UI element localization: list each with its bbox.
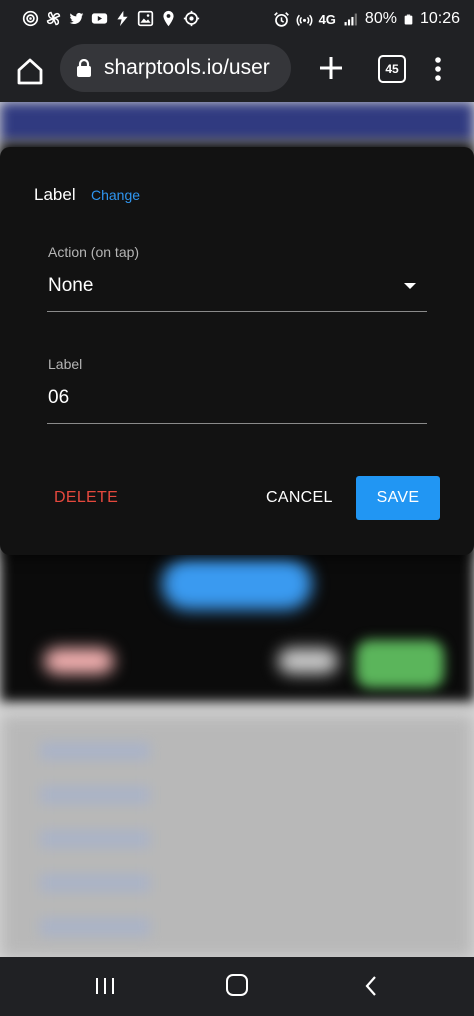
signal-icon bbox=[344, 13, 357, 25]
blurred-grey-button bbox=[278, 648, 338, 674]
status-bar: 4G 80% 10:26 bbox=[0, 0, 474, 40]
dialog-title: Label bbox=[34, 185, 76, 204]
blurred-list bbox=[40, 742, 150, 942]
home-nav-icon[interactable] bbox=[226, 974, 248, 996]
label-dialog: Label Change Action (on tap) None Label … bbox=[0, 147, 474, 555]
save-button-label: SAVE bbox=[376, 489, 420, 506]
system-status: 4G 80% 10:26 bbox=[273, 10, 460, 28]
alarm-icon bbox=[273, 11, 289, 27]
hotspot-icon bbox=[296, 14, 313, 26]
label-field-underline bbox=[47, 423, 427, 424]
recents-icon[interactable] bbox=[93, 976, 117, 996]
tab-count: 45 bbox=[385, 62, 399, 76]
notification-icons bbox=[22, 10, 200, 27]
bolt-icon bbox=[117, 10, 128, 27]
label-field-label: Label bbox=[48, 356, 83, 372]
blurred-red-button bbox=[44, 648, 114, 674]
target-icon bbox=[183, 10, 200, 27]
action-field-label: Action (on tap) bbox=[48, 244, 140, 260]
save-button[interactable]: SAVE bbox=[356, 476, 440, 520]
battery-percent: 80% bbox=[364, 10, 397, 27]
browser-toolbar: sharptools.io/user 45 bbox=[0, 40, 474, 102]
label-input[interactable]: 06 bbox=[48, 387, 69, 409]
blurred-blue-button bbox=[162, 558, 312, 610]
cancel-button[interactable]: CANCEL bbox=[266, 489, 333, 507]
image-icon bbox=[137, 10, 154, 27]
battery-icon bbox=[404, 14, 413, 24]
back-icon[interactable] bbox=[362, 974, 380, 998]
youtube-icon bbox=[91, 13, 108, 24]
blurred-header bbox=[0, 102, 474, 142]
action-select-value[interactable]: None bbox=[48, 275, 93, 297]
more-vert-icon[interactable] bbox=[428, 54, 448, 84]
plus-icon[interactable] bbox=[316, 53, 346, 83]
system-nav-bar bbox=[0, 957, 474, 1016]
network-type: 4G bbox=[318, 11, 336, 27]
home-icon[interactable] bbox=[14, 55, 46, 87]
change-link[interactable]: Change bbox=[91, 187, 140, 203]
blurred-green-button bbox=[356, 640, 444, 688]
pinwheel-icon bbox=[46, 11, 61, 26]
tab-switcher-button[interactable]: 45 bbox=[378, 55, 406, 83]
dropdown-arrow-icon[interactable] bbox=[404, 283, 416, 289]
twitter-icon bbox=[69, 12, 84, 25]
location-pin-icon bbox=[163, 10, 174, 27]
url-text[interactable]: sharptools.io/user bbox=[104, 56, 270, 80]
delete-button[interactable]: DELETE bbox=[54, 489, 118, 507]
address-bar[interactable]: sharptools.io/user bbox=[60, 44, 291, 92]
lock-icon[interactable] bbox=[76, 59, 92, 77]
action-field-underline bbox=[47, 311, 427, 312]
wifi-calling-icon bbox=[22, 10, 39, 27]
clock: 10:26 bbox=[419, 10, 460, 27]
